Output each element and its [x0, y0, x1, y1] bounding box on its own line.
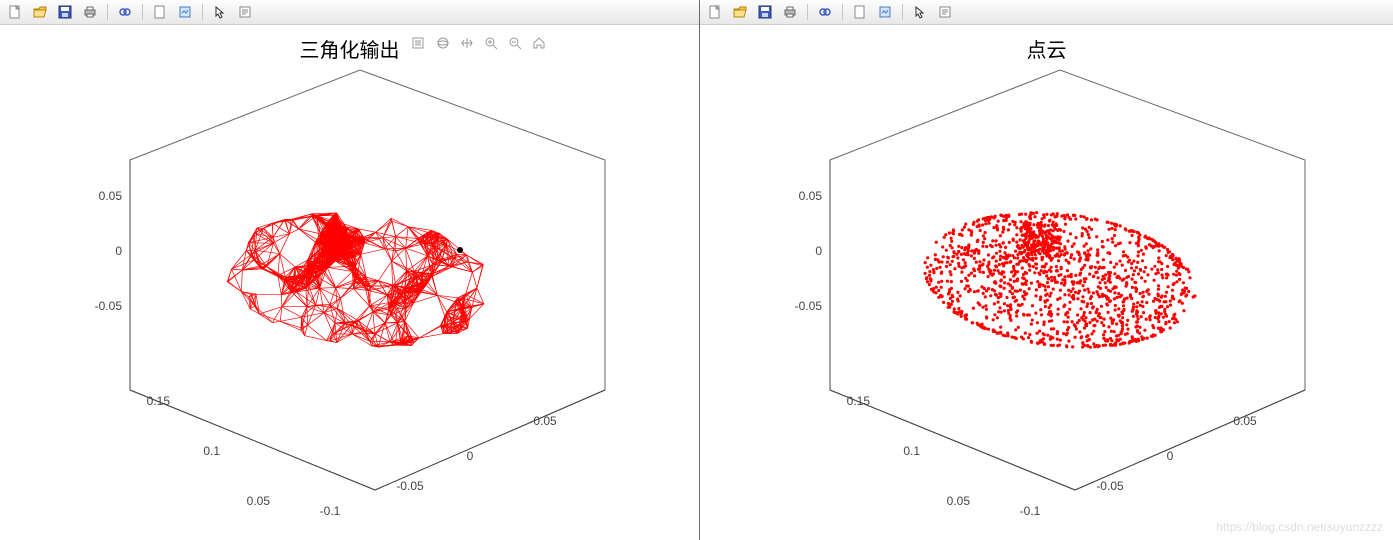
- brush-icon[interactable]: [410, 34, 428, 52]
- z-tick: 0.05: [99, 189, 123, 203]
- axes-title-left: 三角化输出: [0, 34, 699, 63]
- z-tick: 0: [815, 244, 822, 258]
- y-tick: 0.05: [247, 494, 271, 508]
- axes-3d-left[interactable]: 0.05 0 -0.05 0.15 0.1 0.05 -0.1 -0.05 0 …: [60, 60, 660, 520]
- rotate-icon[interactable]: [434, 34, 452, 52]
- y-tick: 0.1: [903, 444, 920, 458]
- x-tick: -0.1: [320, 504, 341, 518]
- x-tick: -0.05: [396, 479, 424, 493]
- watermark-text: https://blog.csdn.net/suyunzzzz: [1216, 520, 1383, 534]
- x-tick: -0.05: [1096, 479, 1124, 493]
- open-icon[interactable]: [729, 2, 751, 22]
- pointer-icon[interactable]: [909, 2, 931, 22]
- new-fig-icon[interactable]: [149, 2, 171, 22]
- figure-panel-left: 三角化输出 0.05 0 -0.05: [0, 0, 700, 540]
- z-tick: 0.05: [799, 189, 823, 203]
- y-tick: 0.1: [203, 444, 220, 458]
- axes-3d-right[interactable]: 0.05 0 -0.05 0.15 0.1 0.05 -0.1 -0.05 0 …: [760, 60, 1360, 520]
- open-fig-icon[interactable]: [174, 2, 196, 22]
- pointer-icon[interactable]: [209, 2, 231, 22]
- save-icon[interactable]: [754, 2, 776, 22]
- x-tick: -0.1: [1020, 504, 1041, 518]
- save-icon[interactable]: [54, 2, 76, 22]
- x-tick: 0.05: [1233, 414, 1257, 428]
- print-icon[interactable]: [79, 2, 101, 22]
- notes-icon[interactable]: [934, 2, 956, 22]
- notes-icon[interactable]: [234, 2, 256, 22]
- figure-panel-right: 点云 0.05 0 -0.05 0.15 0.1 0.05 -0.1 -0.05: [700, 0, 1393, 540]
- zoom-in-icon[interactable]: [482, 34, 500, 52]
- figure-toolbar: [0, 0, 699, 25]
- new-file-icon[interactable]: [4, 2, 26, 22]
- pan-icon[interactable]: [458, 34, 476, 52]
- axes-title-right: 点云: [700, 34, 1393, 63]
- x-tick: 0: [467, 449, 474, 463]
- figure-toolbar: [700, 0, 1393, 25]
- vertex-marker: [457, 247, 463, 253]
- open-fig-icon[interactable]: [874, 2, 896, 22]
- new-file-icon[interactable]: [704, 2, 726, 22]
- axes-toolbar: [410, 34, 548, 52]
- z-tick: -0.05: [95, 299, 123, 313]
- x-tick: 0.05: [533, 414, 557, 428]
- z-tick: 0: [115, 244, 122, 258]
- y-tick: 0.15: [847, 394, 871, 408]
- y-tick: 0.15: [147, 394, 171, 408]
- link-icon[interactable]: [814, 2, 836, 22]
- new-fig-icon[interactable]: [849, 2, 871, 22]
- y-tick: 0.05: [947, 494, 971, 508]
- link-icon[interactable]: [114, 2, 136, 22]
- home-icon[interactable]: [530, 34, 548, 52]
- zoom-out-icon[interactable]: [506, 34, 524, 52]
- print-icon[interactable]: [779, 2, 801, 22]
- open-icon[interactable]: [29, 2, 51, 22]
- x-tick: 0: [1167, 449, 1174, 463]
- z-tick: -0.05: [795, 299, 823, 313]
